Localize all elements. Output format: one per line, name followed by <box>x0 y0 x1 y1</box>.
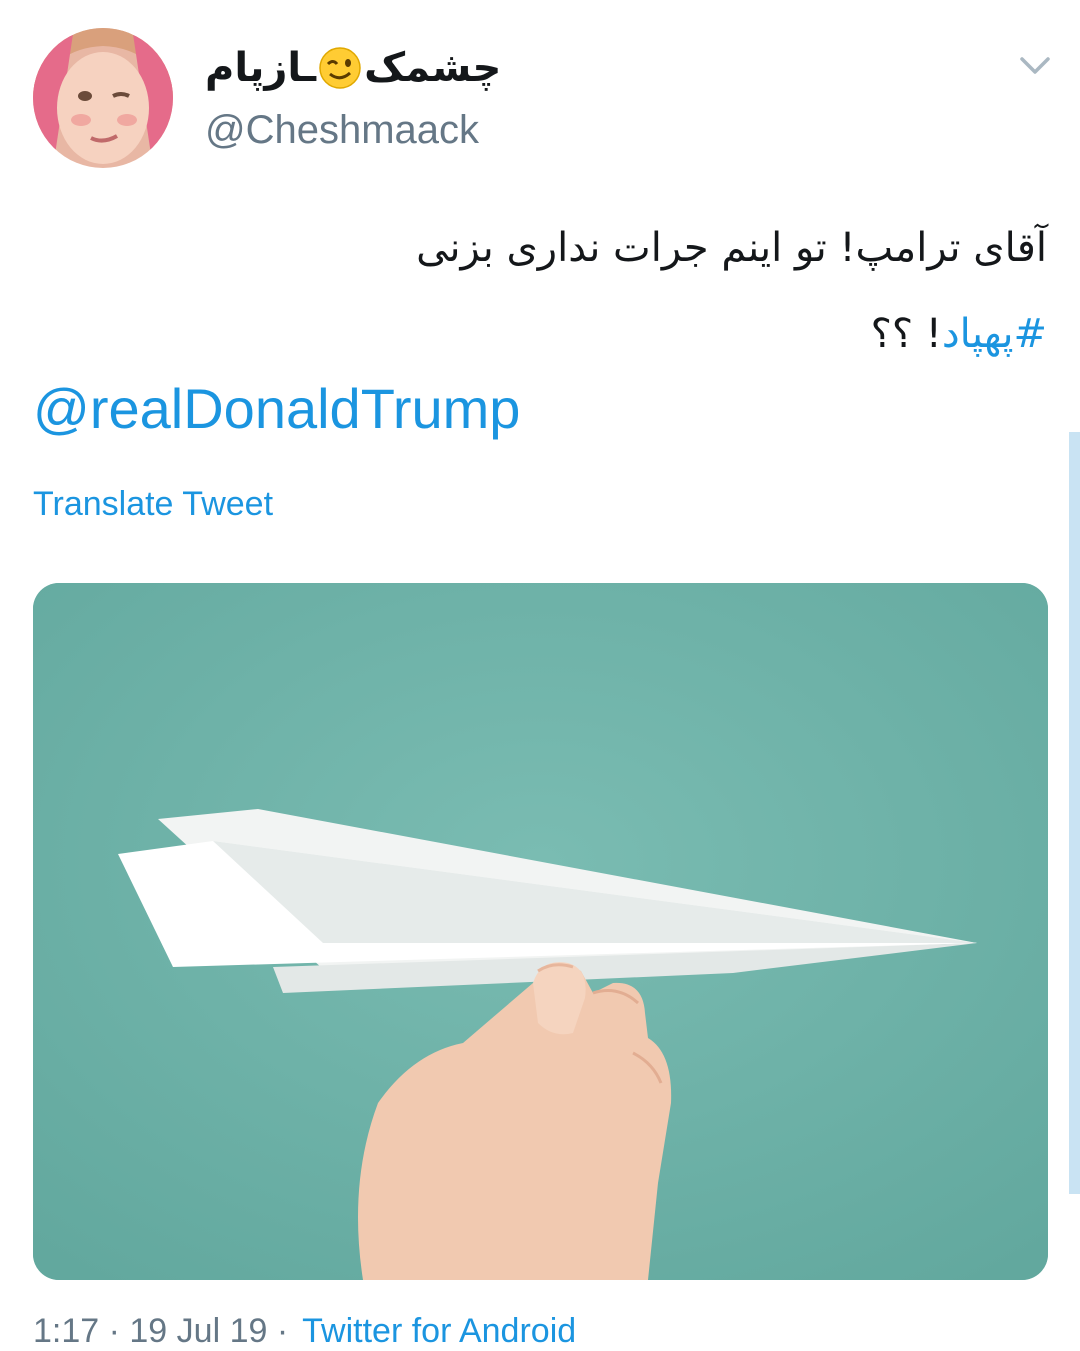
display-name-part-1: چشمک <box>364 45 502 91</box>
tweet-text-line-2: #پهپاد! ؟؟ <box>47 291 1047 377</box>
tweet-text-line-1: آقای ترامپ! تو اینم جرات نداری بزنی <box>416 225 1047 271</box>
author-display-name[interactable]: چشمک ـازپام <box>205 38 501 98</box>
tweet-media[interactable] <box>33 583 1048 1280</box>
chevron-down-icon[interactable] <box>1016 50 1054 80</box>
paper-airplane-photo <box>33 583 1048 1280</box>
avatar-photo <box>33 28 173 168</box>
display-name-part-2: ـازپام <box>205 45 317 91</box>
translate-tweet-button[interactable]: Translate Tweet <box>33 485 273 524</box>
mention-link[interactable]: @realDonaldTrump <box>33 376 520 441</box>
tweet-timestamp: 1:17 · 19 Jul 19 · <box>33 1312 289 1350</box>
tweet-source-link[interactable]: Twitter for Android <box>302 1312 576 1350</box>
hashtag-link[interactable]: #پهپاد <box>942 311 1047 357</box>
tweet-footer: 1:17 · 19 Jul 19 · Twitter for Android <box>33 1312 576 1351</box>
author-handle[interactable]: @Cheshmaack <box>205 108 479 153</box>
tweet-text: آقای ترامپ! تو اینم جرات نداری بزنی #پهپ… <box>47 205 1047 377</box>
avatar[interactable] <box>33 28 173 168</box>
tweet-text-line-2-rest: ! ؟؟ <box>870 311 942 357</box>
scrollbar-thumb[interactable] <box>1069 432 1080 1194</box>
winking-face-emoji-icon <box>318 46 362 90</box>
